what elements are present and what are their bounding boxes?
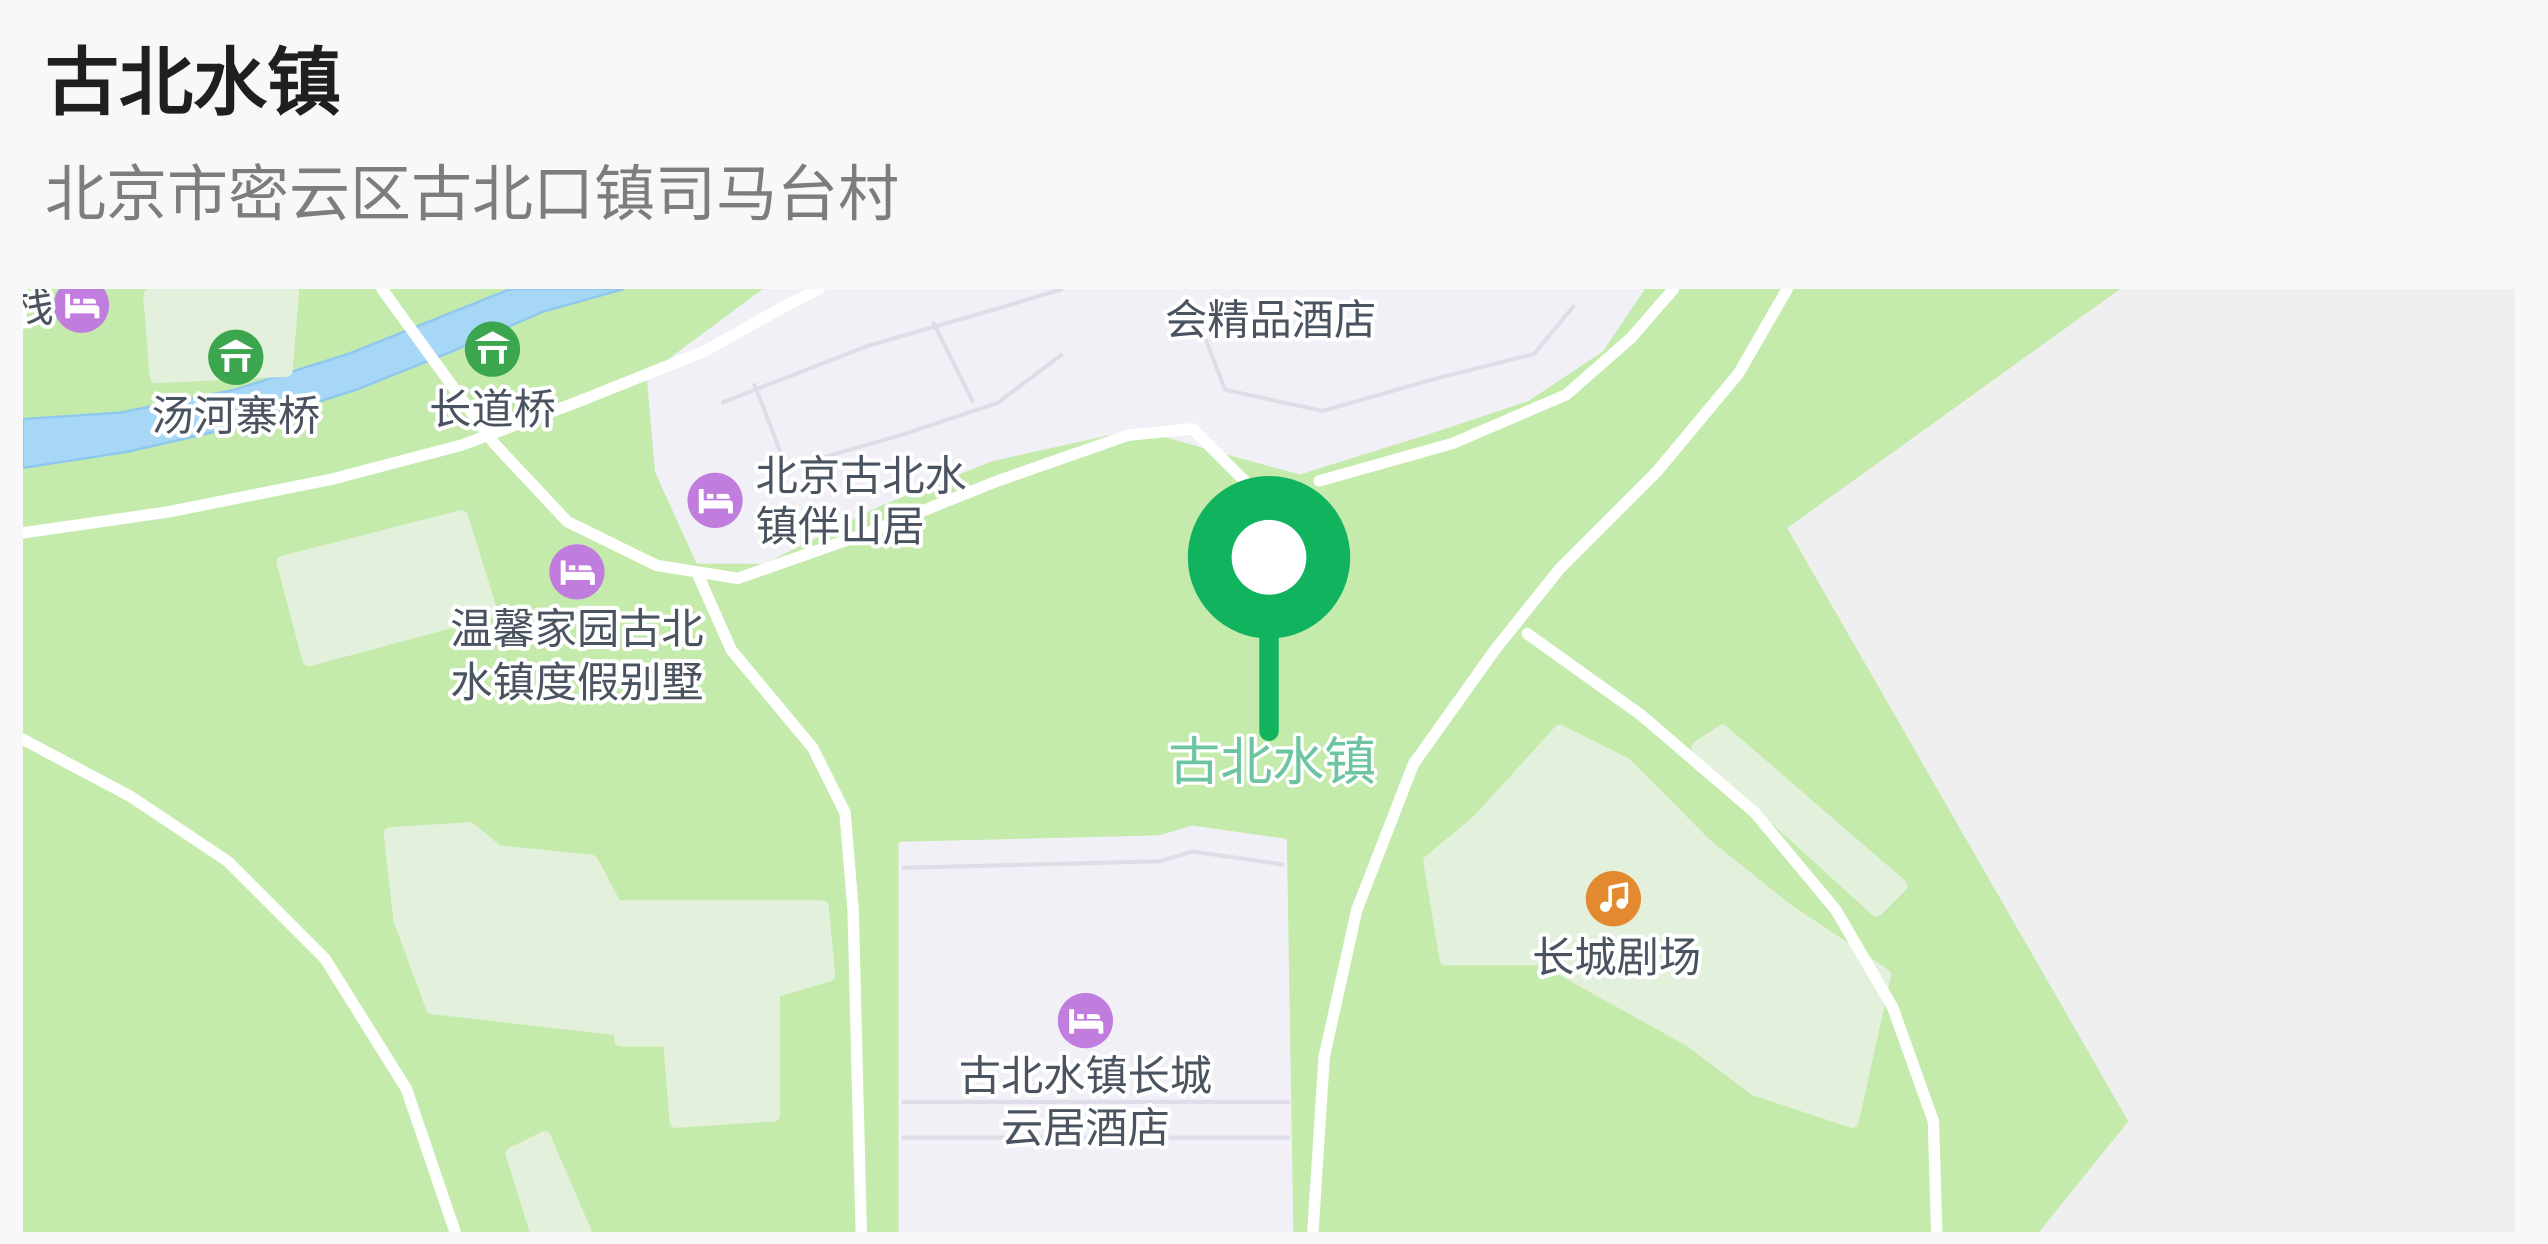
place-title: 古北水镇 — [45, 40, 341, 126]
scenic-spot-icon — [208, 329, 264, 385]
map-canvas[interactable]: 栈 汤河寨桥 长道桥 北京古北水 镇伴山居 — [23, 289, 2515, 1232]
poi-boutique-hotel[interactable]: 会精品酒店 — [1161, 291, 1380, 348]
poi-hotel-edge[interactable]: 栈 — [23, 289, 110, 336]
poi-label-line-1: 北京古北水 — [756, 452, 967, 501]
poi-label-line-1: 古北水镇长城 — [959, 1052, 1212, 1101]
scenic-spot-icon — [464, 321, 521, 377]
poi-label: 长道桥 — [429, 385, 556, 434]
poi-label: 汤河寨桥 — [151, 391, 320, 440]
poi-label: 会精品酒店 — [1165, 296, 1376, 345]
place-address: 北京市密云区古北口镇司马台村 — [45, 159, 900, 230]
marker-label: 古北水镇 — [1168, 733, 1376, 793]
map-view[interactable]: 栈 汤河寨桥 长道桥 北京古北水 镇伴山居 — [23, 289, 2515, 1232]
poi-label: 长城剧场 — [1532, 933, 1701, 982]
place-header: 古北水镇 北京市密云区古北口镇司马台村 — [0, 0, 2548, 289]
hotel-icon — [1057, 992, 1114, 1049]
hotel-icon — [687, 472, 743, 529]
poi-label-line-2: 云居酒店 — [1001, 1104, 1170, 1153]
music-icon — [1585, 871, 1642, 927]
poi-label-line-1: 温馨家园古北 — [450, 604, 703, 653]
poi-label-line-2: 水镇度假别墅 — [450, 658, 703, 707]
poi-label-line-2: 镇伴山居 — [756, 502, 925, 551]
hotel-icon — [549, 544, 605, 600]
poi-label: 栈 — [23, 289, 54, 332]
